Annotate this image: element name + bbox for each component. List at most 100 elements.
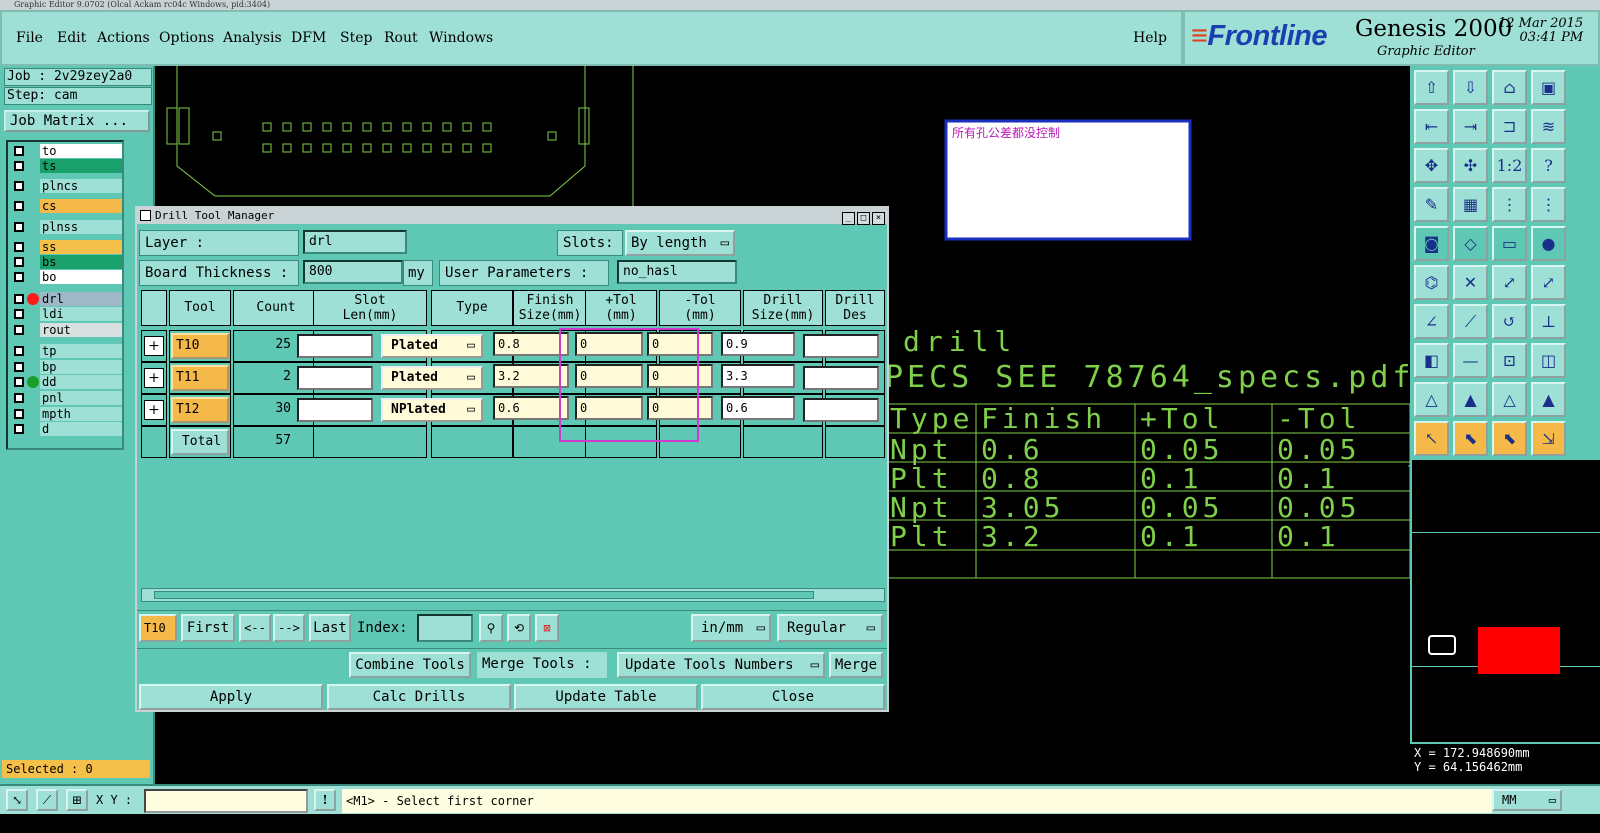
delete-icon[interactable]: ⊠: [535, 614, 559, 642]
triangle-full-icon[interactable]: ▲: [1531, 382, 1566, 417]
slot-len-input[interactable]: [297, 366, 373, 390]
combine-tools-button[interactable]: Combine Tools: [349, 652, 471, 678]
zoom-fit-icon[interactable]: ✣: [1453, 148, 1488, 183]
horizontal-scrollbar[interactable]: [141, 588, 885, 602]
layer-item-drl[interactable]: drl: [12, 292, 122, 306]
expand-icon[interactable]: +: [144, 336, 164, 356]
connect-icon[interactable]: ⌬: [1414, 265, 1449, 300]
next-button[interactable]: -->: [273, 614, 305, 642]
measure-icon[interactable]: ⟋: [36, 789, 58, 811]
pad-icon[interactable]: ●: [1531, 226, 1566, 261]
help-icon[interactable]: ?: [1531, 148, 1566, 183]
camera-icon[interactable]: ◙: [1414, 226, 1449, 261]
menu-dfm[interactable]: DFM: [291, 30, 326, 46]
layer-checkbox[interactable]: [14, 424, 24, 434]
xy-input[interactable]: [144, 789, 308, 813]
layer-item-dd[interactable]: dd: [12, 375, 122, 389]
mode-dropdown[interactable]: Regular ▭: [777, 614, 883, 642]
close-icon[interactable]: ×: [872, 212, 885, 225]
rotate-icon[interactable]: ↺: [1492, 304, 1527, 339]
line-icon[interactable]: ⤢: [1492, 265, 1527, 300]
layer-item-bo[interactable]: bo: [12, 270, 122, 284]
minus-tol-input[interactable]: 0: [647, 396, 713, 420]
expand-icon[interactable]: +: [144, 400, 164, 420]
home-icon[interactable]: ⌂: [1492, 70, 1527, 105]
apply-button[interactable]: Apply: [139, 684, 323, 710]
edit-icon[interactable]: ✎: [1414, 187, 1449, 222]
job-matrix-button[interactable]: Job Matrix ...: [4, 110, 150, 132]
layer-item-tp[interactable]: tp: [12, 344, 122, 358]
layer-checkbox[interactable]: [14, 377, 24, 387]
layer-item-cs[interactable]: cs: [12, 199, 122, 213]
layer-checkbox[interactable]: [14, 161, 24, 171]
select-drag-icon[interactable]: ⇲: [1531, 421, 1566, 456]
drill-des-input[interactable]: [803, 366, 879, 390]
grid-icon[interactable]: ⊞: [66, 789, 88, 811]
type-dropdown[interactable]: Plated ▭: [381, 334, 483, 358]
menu-edit[interactable]: Edit: [57, 30, 86, 46]
tool-cell[interactable]: T11: [171, 365, 229, 391]
units-selector[interactable]: MM ▭: [1492, 789, 1562, 811]
menu-actions[interactable]: Actions: [97, 30, 150, 46]
snap-alt-icon[interactable]: ⋮: [1531, 187, 1566, 222]
type-dropdown[interactable]: Plated ▭: [381, 366, 483, 390]
menu-help[interactable]: Help: [1133, 30, 1167, 46]
calc-drills-button[interactable]: Calc Drills: [327, 684, 511, 710]
alert-icon[interactable]: !: [314, 789, 336, 811]
menu-analysis[interactable]: Analysis: [223, 30, 282, 46]
maximize-icon[interactable]: □: [857, 212, 870, 225]
update-table-button[interactable]: Update Table: [514, 684, 698, 710]
layer-item-d[interactable]: d: [12, 422, 122, 436]
slots-dropdown[interactable]: By length ▭: [625, 230, 735, 256]
ruler-icon[interactable]: ▭: [1492, 226, 1527, 261]
export-icon[interactable]: ⇩: [1453, 70, 1488, 105]
menu-step[interactable]: Step: [340, 30, 372, 46]
group-icon[interactable]: ◫: [1531, 343, 1566, 378]
layer-input[interactable]: drl: [303, 230, 407, 254]
layer-checkbox[interactable]: [14, 272, 24, 282]
plus-tol-input[interactable]: 0: [575, 364, 643, 388]
drill-des-input[interactable]: [803, 398, 879, 422]
layer-checkbox[interactable]: [14, 257, 24, 267]
plus-tol-input[interactable]: 0: [575, 332, 643, 356]
menu-windows[interactable]: Windows: [429, 30, 493, 46]
layer-checkbox[interactable]: [14, 325, 24, 335]
layer-checkbox[interactable]: [14, 222, 24, 232]
layer-checkbox[interactable]: [14, 146, 24, 156]
tool-cell[interactable]: T12: [171, 397, 229, 423]
expand-icon[interactable]: +: [144, 368, 164, 388]
layer-item-ss[interactable]: ss: [12, 240, 122, 254]
triangle-arc-icon[interactable]: △: [1492, 382, 1527, 417]
layer-checkbox[interactable]: [14, 181, 24, 191]
triangle-icon[interactable]: △: [1414, 382, 1449, 417]
user-parameters-input[interactable]: no_hasl: [617, 260, 737, 284]
angle-icon[interactable]: ∠: [1414, 304, 1449, 339]
layer-item-plncs[interactable]: plncs: [12, 179, 122, 193]
layer-item-bs[interactable]: bs: [12, 255, 122, 269]
slot-len-input[interactable]: [297, 334, 373, 358]
layer-item-ts[interactable]: ts: [12, 159, 122, 173]
layer-item-rout[interactable]: rout: [12, 323, 122, 337]
finish-size-input[interactable]: 0.8: [493, 332, 569, 356]
minus-icon[interactable]: —: [1453, 343, 1488, 378]
scroll-thumb[interactable]: [154, 591, 814, 599]
pan-icon[interactable]: ✥: [1414, 148, 1449, 183]
layer-item-mpth[interactable]: mpth: [12, 407, 122, 421]
copy-icon[interactable]: ◧: [1414, 343, 1449, 378]
cross-icon[interactable]: ✕: [1453, 265, 1488, 300]
move-left-icon[interactable]: ⇤: [1414, 109, 1449, 144]
layout-icon[interactable]: ▣: [1531, 70, 1566, 105]
finish-size-input[interactable]: 3.2: [493, 364, 569, 388]
find-icon[interactable]: ⚲: [479, 614, 503, 642]
layer-item-bp[interactable]: bp: [12, 360, 122, 374]
last-button[interactable]: Last: [309, 614, 351, 642]
select-box-icon[interactable]: ⬉: [1453, 421, 1488, 456]
layer-checkbox[interactable]: [14, 242, 24, 252]
menu-rout[interactable]: Rout: [384, 30, 418, 46]
snap-icon[interactable]: ⋮: [1492, 187, 1527, 222]
move-right-icon[interactable]: ⇥: [1453, 109, 1488, 144]
first-button[interactable]: First: [181, 614, 235, 642]
layer-item-plnss[interactable]: plnss: [12, 220, 122, 234]
close-button[interactable]: Close: [701, 684, 885, 710]
arc-icon[interactable]: ⤢: [1531, 265, 1566, 300]
